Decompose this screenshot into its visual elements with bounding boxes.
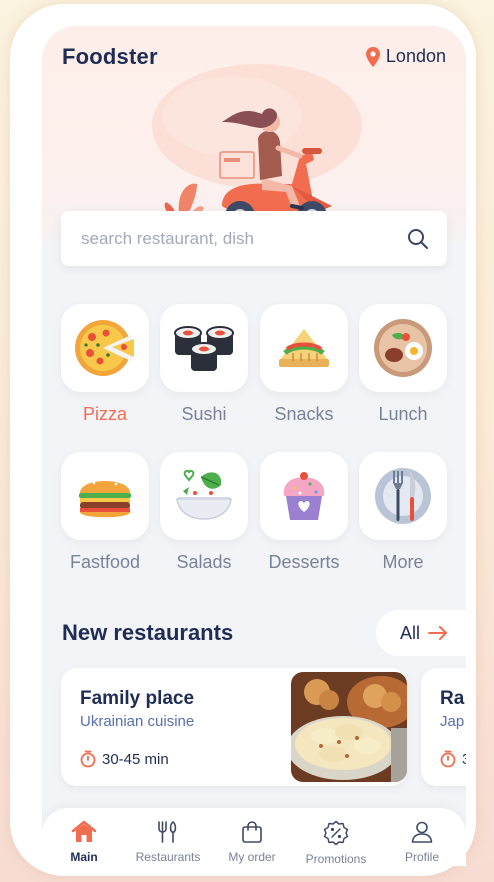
delivery-time-value: 30-45 min <box>102 750 169 768</box>
category-label: Lunch <box>378 404 428 424</box>
arrow-right-icon <box>428 626 448 640</box>
location-city: London <box>385 46 446 66</box>
percent-badge-icon <box>323 820 349 846</box>
category-lunch[interactable]: Lunch <box>359 304 447 425</box>
category-tile <box>61 304 149 392</box>
category-label: Fastfood <box>69 552 141 572</box>
category-label: Snacks <box>274 404 334 424</box>
category-pizza[interactable]: Pizza <box>61 304 149 425</box>
delivery-time: 30-45 min <box>80 750 169 768</box>
delivery-time-value: 3 <box>462 751 466 768</box>
nav-label: Profile <box>404 850 439 864</box>
restaurant-name: Family place <box>80 688 195 709</box>
section-title: New restaurants <box>62 620 234 645</box>
nav-label: Main <box>70 850 98 864</box>
nav-item-my-order[interactable]: My order <box>210 820 294 864</box>
see-all-button[interactable]: All <box>376 610 466 656</box>
nav-item-profile[interactable]: Profile <box>380 820 464 864</box>
category-more[interactable]: More <box>359 452 447 573</box>
category-tile <box>359 452 447 540</box>
sushi-icon <box>174 326 234 371</box>
category-desserts[interactable]: Desserts <box>260 452 348 573</box>
nav-item-restaurants[interactable]: Restaurants <box>126 820 210 864</box>
search-icon[interactable] <box>407 228 429 250</box>
category-label: Desserts <box>268 552 340 572</box>
nav-item-main[interactable]: Main <box>42 820 126 864</box>
salad-icon <box>176 469 232 520</box>
category-tile <box>260 452 348 540</box>
timer-icon <box>440 750 456 768</box>
nav-label: Restaurants <box>135 850 201 864</box>
category-label: Salads <box>176 552 232 572</box>
restaurant-food-image <box>291 672 407 782</box>
cutlery-plate-icon <box>375 468 431 524</box>
burger-icon <box>79 478 131 518</box>
category-label: Pizza <box>82 404 127 424</box>
phone-frame: Foodster London search restaurant, dish … <box>10 4 476 876</box>
category-label: More <box>382 552 424 572</box>
category-fastfood[interactable]: Fastfood <box>61 452 149 573</box>
pizza-icon <box>75 320 135 376</box>
app-screen: Foodster London search restaurant, dish … <box>42 26 466 866</box>
location-selector[interactable]: London <box>365 46 446 67</box>
restaurant-name: Ra <box>440 688 465 709</box>
sandwich-icon <box>279 329 329 367</box>
category-snacks[interactable]: Snacks <box>260 304 348 425</box>
search-bar[interactable] <box>61 211 447 266</box>
category-tile <box>359 304 447 392</box>
search-input[interactable] <box>79 227 383 250</box>
category-tile <box>160 304 248 392</box>
category-salads[interactable]: Salads <box>160 452 248 573</box>
category-tile <box>160 452 248 540</box>
home-icon <box>71 820 97 842</box>
nav-label: My order <box>228 850 276 864</box>
bottom-navigation: Main Restaurants My order Promotions Pro… <box>42 808 466 866</box>
restaurant-card[interactable]: Ra Jap 3 <box>421 668 466 786</box>
category-sushi[interactable]: Sushi <box>160 304 248 425</box>
category-tile <box>260 304 348 392</box>
category-label: Sushi <box>181 404 227 424</box>
nav-item-promotions[interactable]: Promotions <box>294 820 378 866</box>
lunch-plate-icon <box>374 319 432 377</box>
restaurant-cuisine: Ukrainian cuisine <box>80 713 195 730</box>
see-all-label: All <box>400 622 421 643</box>
user-icon <box>411 821 433 843</box>
nav-label: Promotions <box>305 852 367 866</box>
fork-knife-icon <box>158 821 177 843</box>
shopping-bag-icon <box>242 821 262 843</box>
timer-icon <box>80 750 96 768</box>
cupcake-icon <box>283 472 325 520</box>
restaurant-card[interactable]: Family place Ukrainian cuisine 30-45 min <box>61 668 407 786</box>
category-tile <box>61 452 149 540</box>
restaurant-cuisine: Jap <box>440 713 465 730</box>
delivery-time: 3 <box>440 750 466 768</box>
